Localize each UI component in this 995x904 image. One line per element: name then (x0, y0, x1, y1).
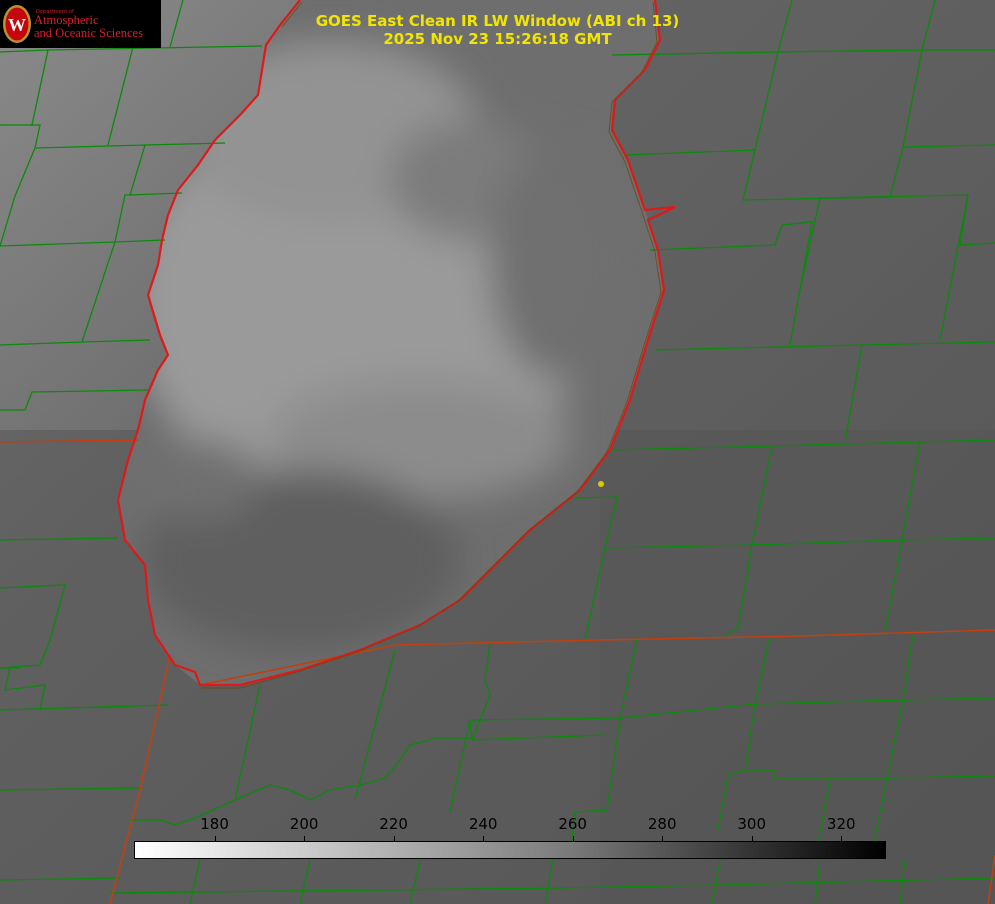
colorbar-tick-mark (483, 836, 485, 841)
colorbar-tick-label: 300 (737, 815, 767, 833)
colorbar-tick-label: 260 (558, 815, 587, 833)
colorbar-tick-mark (304, 836, 306, 841)
colorbar-tick-mark (214, 836, 216, 841)
colorbar-tick-label: 240 (468, 815, 498, 833)
colorbar-tick-mark (841, 836, 843, 841)
colorbar-tick-mark (572, 836, 574, 841)
ir-satellite-map (0, 0, 995, 904)
satellite-image-viewer: W Department of Atmospheric and Oceanic … (0, 0, 995, 904)
location-marker (598, 481, 604, 487)
colorbar-tick-label: 180 (200, 815, 229, 833)
colorbar-tick-label: 320 (826, 815, 856, 833)
image-timestamp: 2025 Nov 23 15:26:18 GMT (383, 30, 612, 48)
temperature-colorbar (134, 841, 886, 859)
colorbar-tick-label: 220 (379, 815, 408, 833)
colorbar-tick-label: 200 (289, 815, 319, 833)
colorbar-tick-label: 280 (647, 815, 677, 833)
colorbar-tick-mark (751, 836, 753, 841)
colorbar-tick-mark (662, 836, 664, 841)
image-title: GOES East Clean IR LW Window (ABI ch 13) (315, 12, 680, 30)
colorbar-tick-mark (393, 836, 395, 841)
